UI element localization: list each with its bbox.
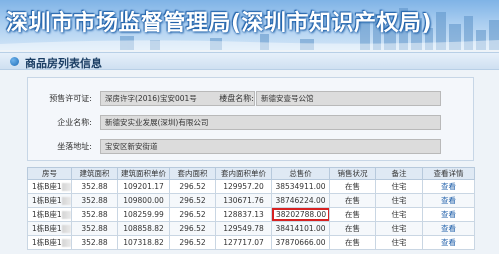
gfa-cell: 352.88 <box>71 193 118 208</box>
inner-area-cell: 296.52 <box>169 221 216 236</box>
room-cell: 1栋B座1 <box>27 179 72 194</box>
room-number: 1栋B座1 <box>32 238 62 247</box>
gfa-price-cell: 108858.82 <box>117 221 170 236</box>
gfa-price-cell: 108259.99 <box>117 207 170 222</box>
gfa-price-cell: 107318.82 <box>117 235 170 250</box>
col-header-inner-price: 套内面积单价 <box>215 167 272 180</box>
col-header-gfa-price: 建筑面积单价 <box>117 167 170 180</box>
inner-price-cell: 128837.13 <box>215 207 272 222</box>
note-cell: 住宅 <box>375 235 423 250</box>
col-header-note: 备注 <box>375 167 423 180</box>
total-price-cell: 38202788.00 <box>271 207 330 222</box>
room-cell: 1栋B座1 <box>27 207 72 222</box>
col-header-gfa: 建筑面积 <box>71 167 118 180</box>
panel-header: 商品房列表信息 <box>0 52 499 70</box>
room-cell: 1栋B座1 <box>27 221 72 236</box>
inner-area-cell: 296.52 <box>169 179 216 194</box>
col-header-total-price: 总售价 <box>271 167 330 180</box>
status-cell: 在售 <box>329 207 376 222</box>
gfa-cell: 352.88 <box>71 235 118 250</box>
note-cell: 住宅 <box>375 193 423 208</box>
blue-dot-icon <box>10 57 19 66</box>
inner-area-cell: 296.52 <box>169 207 216 222</box>
col-header-inner-area: 套内面积 <box>169 167 216 180</box>
gfa-cell: 352.88 <box>71 207 118 222</box>
view-detail-link[interactable]: 查看 <box>422 207 475 222</box>
project-name-label: 楼盘名称: <box>219 94 254 103</box>
table-row: 1栋B座1 352.88 109201.17 296.52 129957.20 … <box>27 179 475 194</box>
col-header-room: 房号 <box>27 167 72 180</box>
address-field: 宝安区新安街道 <box>100 139 441 154</box>
room-number: 1栋B座1 <box>32 224 62 233</box>
redacted-mask <box>61 197 71 205</box>
note-cell: 住宅 <box>375 179 423 194</box>
redacted-mask <box>61 225 71 233</box>
gfa-cell: 352.88 <box>71 179 118 194</box>
col-header-detail: 查看详情 <box>422 167 475 180</box>
room-number: 1栋B座1 <box>32 196 62 205</box>
highlighted-total-price: 38202788.00 <box>272 208 329 221</box>
unit-listing-table: 房号 建筑面积 建筑面积单价 套内面积 套内面积单价 总售价 销售状况 备注 查… <box>27 167 475 250</box>
presale-permit-label: 预售许可证: <box>49 94 92 103</box>
redacted-mask <box>61 183 71 191</box>
table-row: 1栋B座1 352.88 107318.82 296.52 127717.07 … <box>27 235 475 250</box>
col-header-status: 销售状况 <box>329 167 376 180</box>
inner-price-cell: 130671.76 <box>215 193 272 208</box>
project-info-form: 预售许可证: 深房许字(2016)宝安001号 楼盘名称: 新德安壹号公馆 企业… <box>27 77 474 161</box>
gfa-price-cell: 109800.00 <box>117 193 170 208</box>
inner-price-cell: 129549.78 <box>215 221 272 236</box>
table-row: 1栋B座1 352.88 108259.99 296.52 128837.13 … <box>27 207 475 222</box>
site-banner: 深圳市市场监督管理局(深圳市知识产权局) <box>0 0 499 50</box>
total-price-cell: 38746224.00 <box>271 193 330 208</box>
status-cell: 在售 <box>329 193 376 208</box>
room-number: 1栋B座1 <box>32 210 62 219</box>
view-detail-link[interactable]: 查看 <box>422 179 475 194</box>
room-number: 1栋B座1 <box>32 182 62 191</box>
status-cell: 在售 <box>329 179 376 194</box>
status-cell: 在售 <box>329 221 376 236</box>
redacted-mask <box>61 211 71 219</box>
total-price-cell: 38534911.00 <box>271 179 330 194</box>
view-detail-link[interactable]: 查看 <box>422 235 475 250</box>
status-cell: 在售 <box>329 235 376 250</box>
table-header-row: 房号 建筑面积 建筑面积单价 套内面积 套内面积单价 总售价 销售状况 备注 查… <box>27 167 475 180</box>
note-cell: 住宅 <box>375 207 423 222</box>
room-cell: 1栋B座1 <box>27 193 72 208</box>
redacted-mask <box>61 239 71 247</box>
company-name-label: 企业名称: <box>57 118 92 127</box>
note-cell: 住宅 <box>375 221 423 236</box>
total-price-cell: 37870666.00 <box>271 235 330 250</box>
site-title: 深圳市市场监督管理局(深圳市知识产权局) <box>6 11 433 36</box>
total-price-cell: 38414101.00 <box>271 221 330 236</box>
inner-price-cell: 129957.20 <box>215 179 272 194</box>
company-name-field: 新德安实业发展(深圳)有限公司 <box>100 115 441 130</box>
project-name-field: 新德安壹号公馆 <box>256 91 441 106</box>
room-cell: 1栋B座1 <box>27 235 72 250</box>
gfa-price-cell: 109201.17 <box>117 179 170 194</box>
view-detail-link[interactable]: 查看 <box>422 221 475 236</box>
inner-area-cell: 296.52 <box>169 193 216 208</box>
table-row: 1栋B座1 352.88 109800.00 296.52 130671.76 … <box>27 193 475 208</box>
panel-title: 商品房列表信息 <box>25 57 102 70</box>
gfa-cell: 352.88 <box>71 221 118 236</box>
table-row: 1栋B座1 352.88 108858.82 296.52 129549.78 … <box>27 221 475 236</box>
inner-price-cell: 127717.07 <box>215 235 272 250</box>
view-detail-link[interactable]: 查看 <box>422 193 475 208</box>
address-label: 坐落地址: <box>57 142 92 151</box>
inner-area-cell: 296.52 <box>169 235 216 250</box>
